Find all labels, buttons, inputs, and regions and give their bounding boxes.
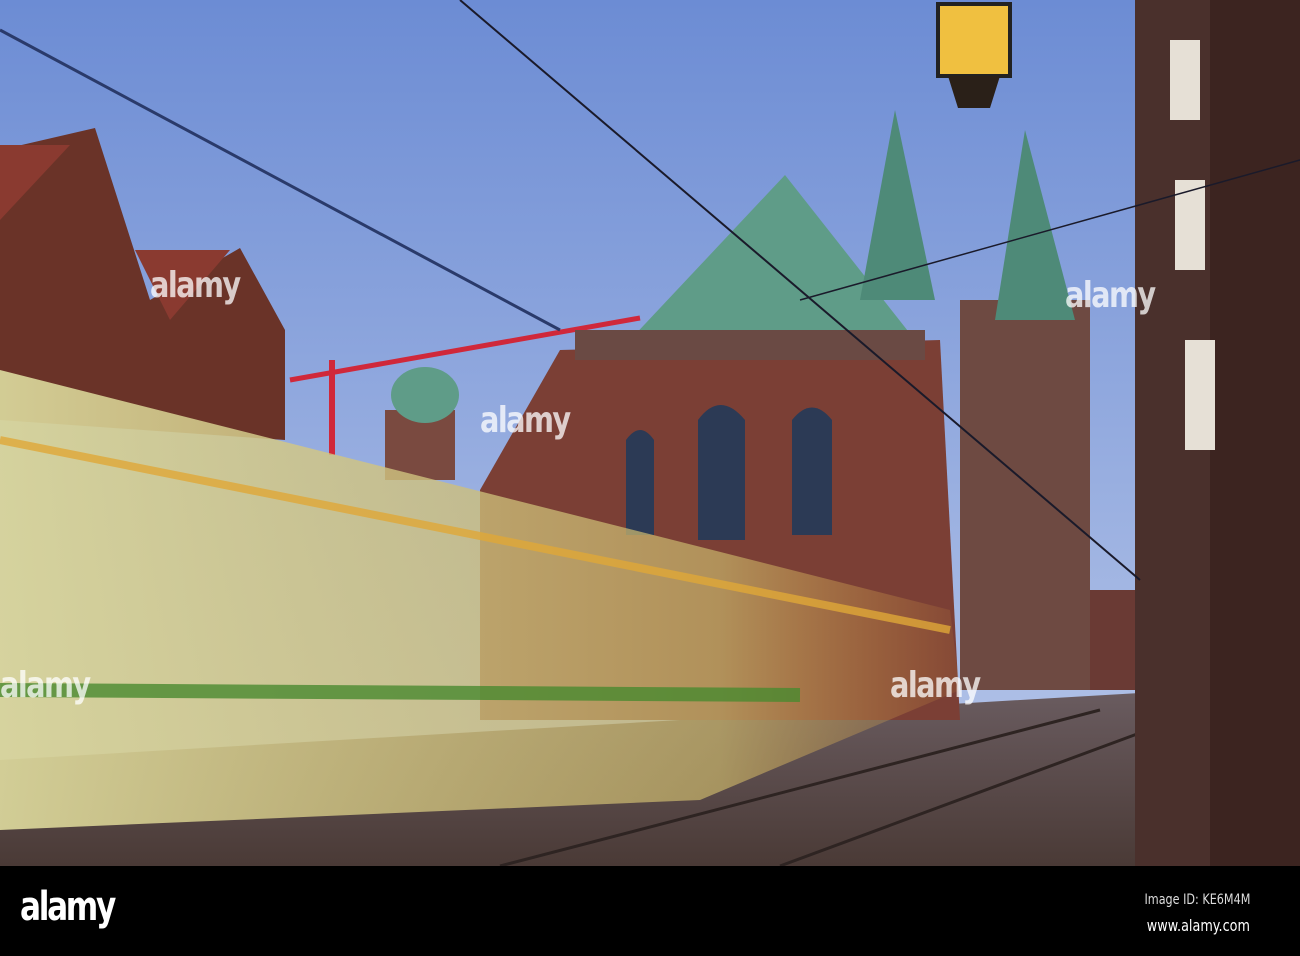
street-lantern (936, 2, 1012, 78)
alamy-logo: alamy (20, 884, 116, 930)
watermark: alamy (1065, 275, 1156, 316)
watermark: alamy (480, 400, 571, 441)
watermark: alamy (890, 665, 981, 706)
stock-photo: alamy alamy alamy alamy alamy alamy Imag… (0, 0, 1300, 956)
photo-scene (0, 0, 1300, 866)
site-url: www.alamy.com (1146, 916, 1250, 935)
watermark: alamy (0, 665, 91, 706)
cathedral (960, 300, 1090, 690)
dome (391, 367, 459, 423)
image-id: Image ID: KE6M4M (1144, 892, 1250, 908)
watermark: alamy (150, 265, 241, 306)
footer-bar: alamy Image ID: KE6M4M www.alamy.com (0, 866, 1300, 956)
